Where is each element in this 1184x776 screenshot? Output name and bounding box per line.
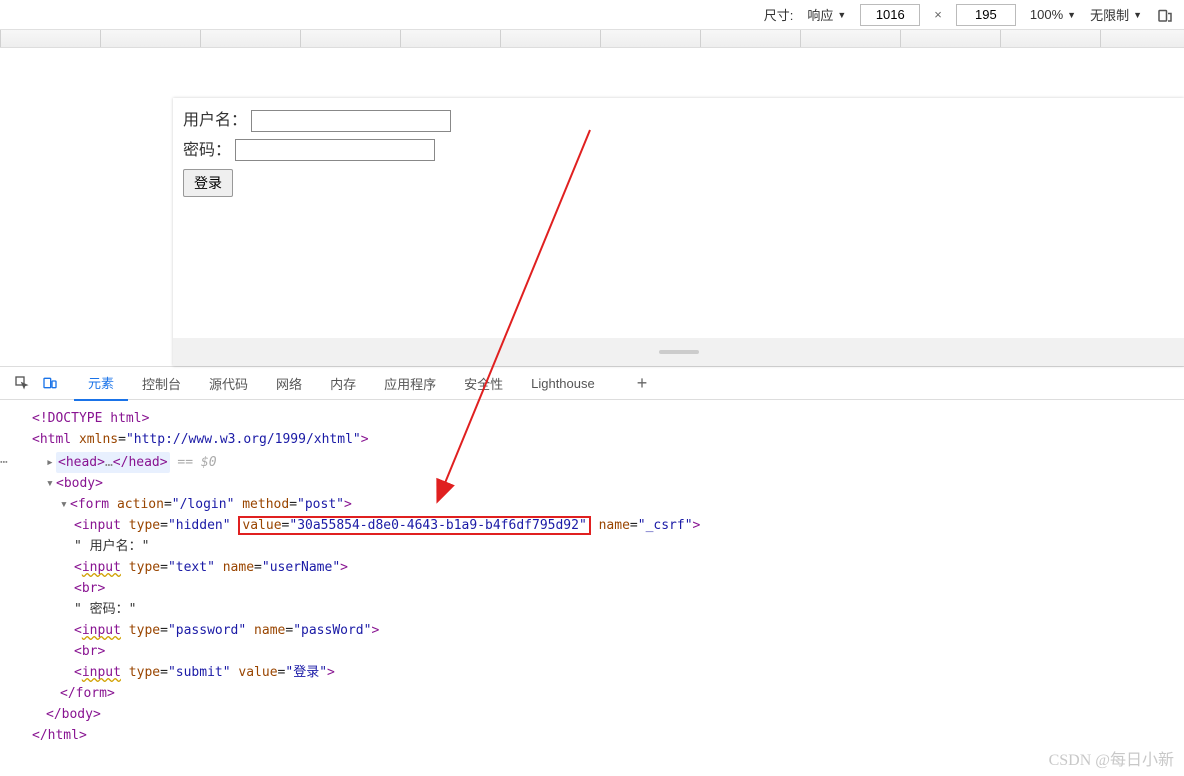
tab-application[interactable]: 应用程序 [370,366,450,400]
size-label: 尺寸: [764,5,794,24]
dom-line[interactable]: </html> [18,725,1184,746]
dom-line[interactable]: <input type="text" name="userName"> [18,557,1184,578]
chevron-down-icon: ▼ [837,10,846,20]
throttle-dropdown[interactable]: 无限制 ▼ [1090,5,1142,24]
height-input[interactable] [956,4,1016,26]
device-toolbar: 尺寸: 响应 ▼ × 100% ▼ 无限制 ▼ [0,0,1184,30]
dom-line[interactable]: ▾<body> [18,473,1184,494]
chevron-down-icon: ▼ [1133,10,1142,20]
width-input[interactable] [860,4,920,26]
chevron-down-icon: ▼ [1067,10,1076,20]
dom-line[interactable]: <br> [18,641,1184,662]
dom-line[interactable]: ⋯▸<head>…</head> == $0 [18,452,1184,473]
device-toggle-icon[interactable] [36,369,64,397]
dom-line[interactable]: <input type="hidden" value="30a55854-d8e… [18,515,1184,536]
password-label: 密码： [183,142,231,159]
dom-line[interactable]: <input type="password" name="passWord"> [18,620,1184,641]
inspect-icon[interactable] [8,369,36,397]
zoom-dropdown[interactable]: 100% ▼ [1030,7,1076,22]
username-input[interactable] [251,110,451,132]
dom-line[interactable]: ▾<form action="/login" method="post"> [18,494,1184,515]
resize-handle[interactable] [173,338,1184,366]
dimension-separator: × [934,7,942,22]
dom-line[interactable]: " 用户名：" [18,536,1184,557]
tab-memory[interactable]: 内存 [316,366,370,400]
tab-sources[interactable]: 源代码 [195,366,262,400]
dom-line[interactable]: </form> [18,683,1184,704]
rotate-icon[interactable] [1156,6,1174,24]
responsive-dropdown[interactable]: 响应 ▼ [807,5,846,24]
tab-elements[interactable]: 元素 [74,367,128,401]
dom-line[interactable]: " 密码：" [18,599,1184,620]
tab-security[interactable]: 安全性 [450,366,517,400]
tab-lighthouse[interactable]: Lighthouse [517,366,609,400]
username-label: 用户名： [183,112,247,129]
watermark: CSDN @每日小新 [1049,746,1174,770]
ruler [0,30,1184,48]
dom-line[interactable]: </body> [18,704,1184,725]
dom-line[interactable]: <br> [18,578,1184,599]
dom-line[interactable]: <html xmlns="http://www.w3.org/1999/xhtm… [18,429,1184,450]
password-input[interactable] [235,139,435,161]
elements-panel[interactable]: <!DOCTYPE html> <html xmlns="http://www.… [0,400,1184,752]
tab-network[interactable]: 网络 [262,366,316,400]
dom-line[interactable]: <input type="submit" value="登录"> [18,662,1184,683]
login-button[interactable]: 登录 [183,169,233,197]
tab-console[interactable]: 控制台 [128,366,195,400]
devtools-tabstrip: 元素 控制台 源代码 网络 内存 应用程序 安全性 Lighthouse + [0,366,1184,400]
add-tab-icon[interactable]: + [629,373,656,394]
dom-line[interactable]: <!DOCTYPE html> [18,408,1184,429]
rendered-page: 用户名： 密码： 登录 [173,98,1184,366]
page-preview: 用户名： 密码： 登录 [0,48,1184,366]
